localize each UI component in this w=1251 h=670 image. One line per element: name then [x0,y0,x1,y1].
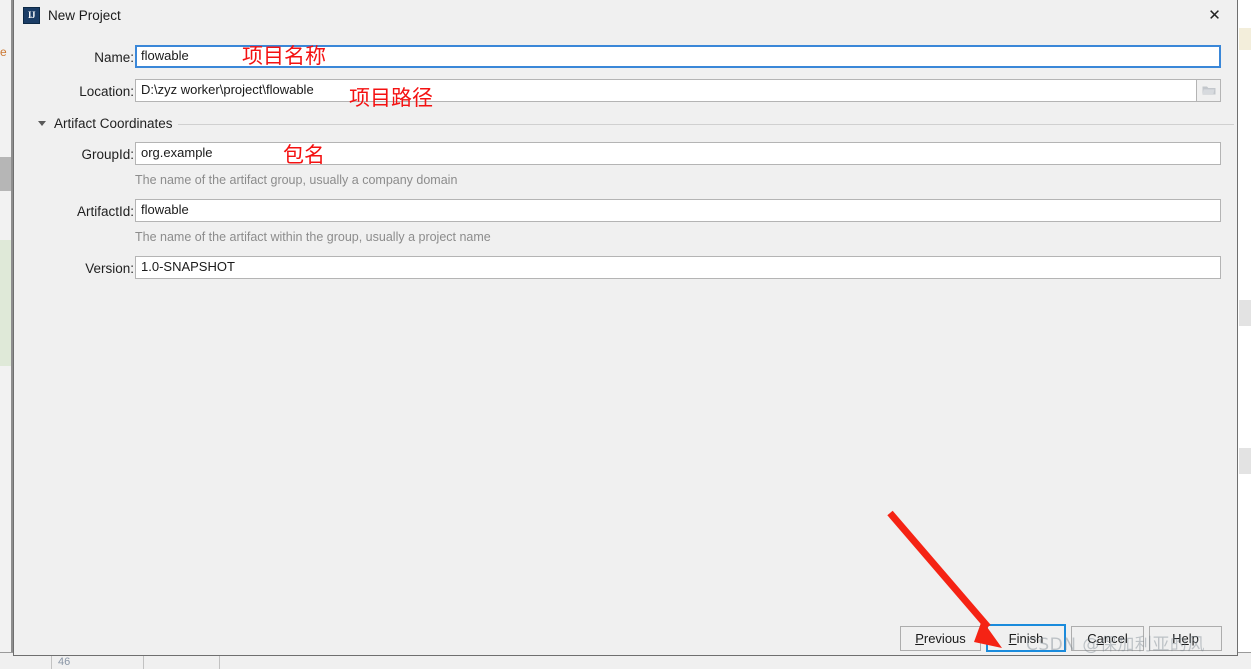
dialog-title: New Project [48,8,121,23]
version-input[interactable]: 1.0-SNAPSHOT [135,256,1221,279]
background-status-number: 46 [58,656,71,668]
artifactid-label: ArtifactId: [76,204,134,219]
annotation-package-name: 包名 [283,143,325,167]
previous-button-label: Previous [915,631,966,646]
section-separator [178,124,1234,125]
location-label: Location: [79,84,134,99]
artifact-coordinates-label: Artifact Coordinates [54,116,173,131]
help-button[interactable]: Help [1149,626,1222,651]
location-browse-button[interactable] [1197,79,1221,102]
cancel-button-label: Cancel [1087,631,1127,646]
finish-button[interactable]: Finish [986,624,1066,652]
help-pre: H [1172,631,1182,646]
previous-button[interactable]: Previous [900,626,981,651]
artifact-coordinates-section-header[interactable]: Artifact Coordinates [38,115,1234,133]
intellij-idea-icon: IJ [23,7,40,24]
finish-button-label: Finish [1009,631,1044,646]
cancel-mnemonic: a [1096,631,1104,646]
groupid-hint: The name of the artifact group, usually … [135,173,458,187]
background-right-scroll-mark-1 [1239,300,1251,326]
previous-mnemonic: P [915,631,924,646]
location-input[interactable]: D:\zyz worker\project\flowable [135,79,1197,102]
version-label: Version: [85,261,134,276]
background-scrollbar-thumb[interactable] [0,157,11,191]
help-rest: lp [1188,631,1199,646]
screen-root: e 46 IJ New Project ✕ Name: flowable Loc… [0,0,1251,669]
intellij-idea-icon-text: IJ [27,10,36,20]
close-icon[interactable]: ✕ [1192,0,1237,30]
chevron-down-icon [38,121,46,126]
new-project-dialog: IJ New Project ✕ Name: flowable Location… [13,0,1238,656]
annotation-project-path: 项目路径 [349,86,433,110]
groupid-label: GroupId: [81,147,134,162]
background-code-fragment: e [0,45,7,59]
dialog-titlebar: IJ New Project ✕ [14,0,1237,31]
finish-rest: inish [1016,630,1044,646]
artifactid-input[interactable]: flowable [135,199,1221,222]
background-highlight-block [0,240,11,366]
background-right-scroll-mark-2 [1239,448,1251,474]
annotation-project-name: 项目名称 [242,44,326,68]
background-right-panel [1239,0,1251,669]
previous-rest: revious [923,631,966,646]
cancel-rest: ncel [1103,631,1128,646]
cancel-pre: C [1087,631,1097,646]
background-right-highlight [1239,28,1251,50]
name-label: Name: [94,50,134,65]
cancel-button[interactable]: Cancel [1071,626,1144,651]
finish-mnemonic: F [1008,630,1017,646]
artifactid-hint: The name of the artifact within the grou… [135,230,491,244]
help-mnemonic: e [1181,631,1189,646]
folder-icon [1202,86,1215,95]
help-button-label: Help [1172,631,1199,646]
